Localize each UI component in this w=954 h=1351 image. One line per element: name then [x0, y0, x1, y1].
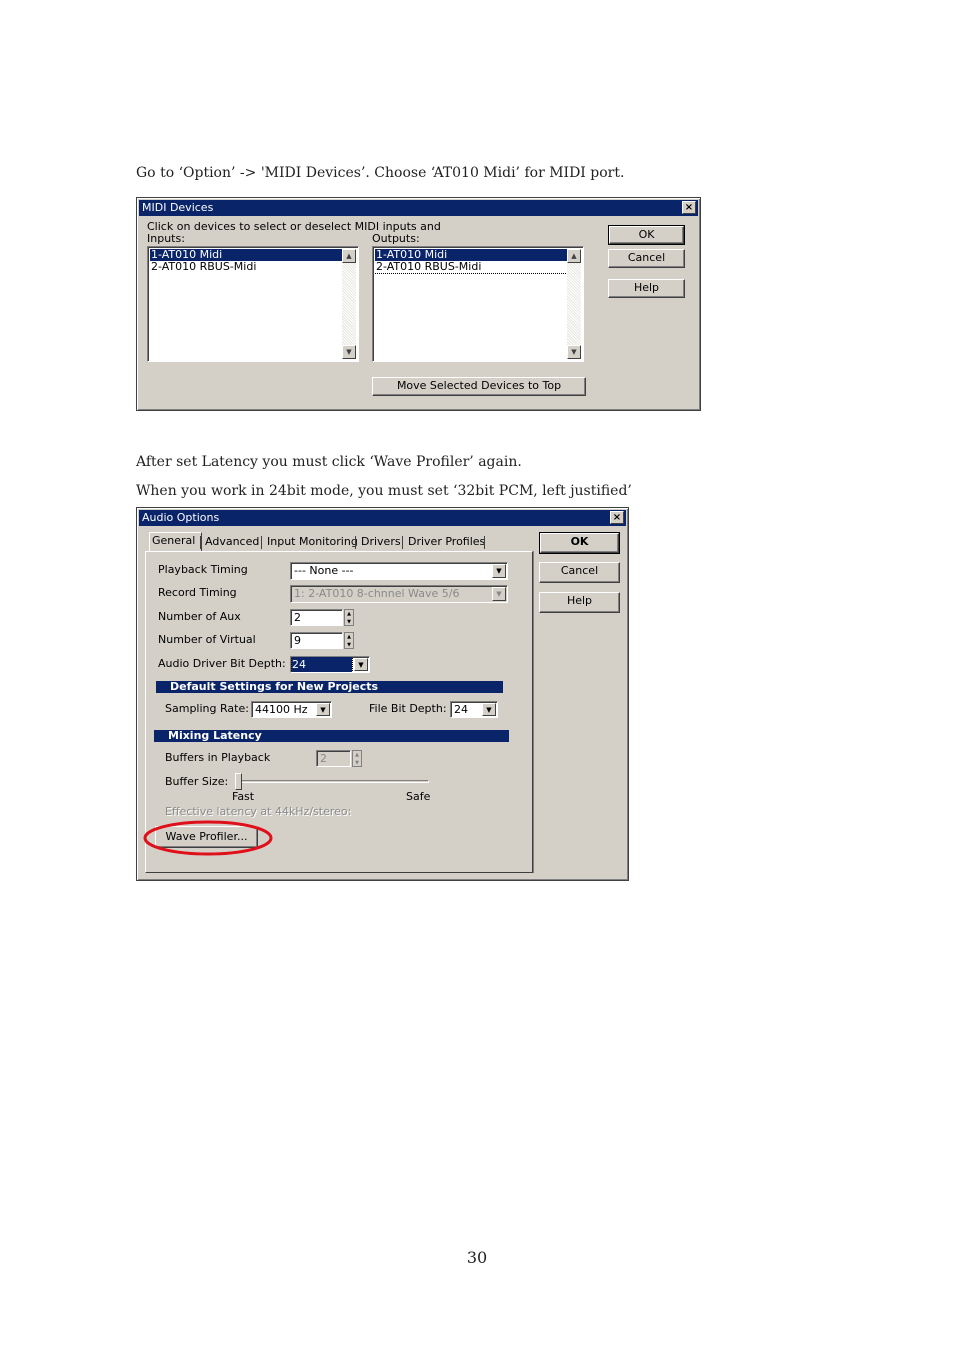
effective-latency-label: Effective latency at 44kHz/stereo: — [165, 805, 352, 818]
file-bit-depth-value: 24 — [454, 703, 468, 716]
midi-dialog-titlebar: MIDI Devices × — [139, 200, 698, 216]
scroll-down-icon[interactable]: ▼ — [342, 345, 356, 359]
num-aux-spinner-icon[interactable]: ▲ ▼ — [344, 609, 354, 626]
page-number: 30 — [466, 1248, 488, 1267]
num-aux-input[interactable]: 2 — [290, 609, 343, 626]
midi-dialog-title: MIDI Devices — [142, 201, 214, 214]
tab-separator — [200, 536, 201, 549]
tab-separator — [355, 536, 356, 549]
audio-cancel-button[interactable]: Cancel — [539, 562, 620, 583]
chevron-down-icon[interactable]: ▼ — [316, 703, 330, 716]
buffer-size-slider-track[interactable] — [237, 780, 429, 783]
playback-timing-value: --- None --- — [294, 564, 354, 577]
tab-separator — [261, 536, 262, 549]
chevron-down-icon[interactable]: ▼ — [492, 564, 506, 578]
highlight-ellipse-icon — [143, 820, 273, 856]
audio-help-button[interactable]: Help — [539, 592, 620, 613]
file-bit-depth-select[interactable]: 24 ▼ — [450, 701, 498, 718]
instruction-24bit: When you work in 24bit mode, you must se… — [136, 483, 632, 499]
scroll-down-icon[interactable]: ▼ — [567, 345, 581, 359]
audio-options-dialog: Audio Options × General Advanced Input M… — [136, 507, 629, 881]
input-item-2[interactable]: 2-AT010 RBUS-Midi — [150, 261, 343, 273]
audio-dialog-title: Audio Options — [142, 511, 220, 524]
buffers-label: Buffers in Playback — [165, 751, 271, 764]
tab-separator — [402, 536, 403, 549]
buffers-spinner-icon[interactable]: ▲ ▼ — [352, 750, 362, 767]
move-to-top-button[interactable]: Move Selected Devices to Top — [372, 377, 586, 396]
bit-depth-label: Audio Driver Bit Depth: — [158, 657, 286, 670]
safe-label: Safe — [406, 790, 431, 803]
chevron-down-icon[interactable]: ▼ — [482, 703, 496, 716]
buffers-input[interactable]: 2 — [316, 750, 351, 767]
sampling-rate-value: 44100 Hz — [255, 703, 308, 716]
tab-strip: General Advanced Input Monitoring Driver… — [149, 532, 529, 552]
audio-dialog-titlebar: Audio Options × — [139, 510, 626, 526]
bit-depth-value: 24 — [291, 657, 353, 672]
tab-input-monitoring[interactable]: Input Monitoring — [265, 534, 360, 550]
file-bit-depth-label: File Bit Depth: — [369, 702, 447, 715]
inputs-scrollbar[interactable]: ▲ ▼ — [342, 249, 356, 359]
default-settings-header: Default Settings for New Projects — [156, 681, 503, 693]
num-virtual-label: Number of Virtual — [158, 633, 256, 646]
outputs-label: Outputs: — [372, 232, 420, 245]
fast-label: Fast — [232, 790, 255, 803]
playback-timing-label: Playback Timing — [158, 563, 248, 576]
tab-general[interactable]: General — [149, 532, 202, 552]
outputs-scrollbar[interactable]: ▲ ▼ — [567, 249, 581, 359]
inputs-label: Inputs: — [147, 232, 185, 245]
tab-driver-profiles[interactable]: Driver Profiles — [406, 534, 487, 550]
scroll-up-icon[interactable]: ▲ — [342, 249, 356, 263]
slider-thumb-icon[interactable] — [235, 773, 242, 790]
tab-drivers[interactable]: Drivers — [359, 534, 403, 550]
midi-devices-dialog: MIDI Devices × Click on devices to selec… — [136, 197, 701, 411]
close-icon[interactable]: × — [682, 201, 696, 214]
highlight-ellipse — [143, 820, 273, 856]
num-virtual-input[interactable]: 9 — [290, 632, 343, 649]
scroll-up-icon[interactable]: ▲ — [567, 249, 581, 263]
midi-help-button[interactable]: Help — [608, 279, 685, 298]
inputs-listbox[interactable]: 1-AT010 Midi 2-AT010 RBUS-Midi ▲ ▼ — [147, 246, 359, 362]
tab-separator — [484, 536, 485, 549]
panel-divider — [533, 551, 534, 873]
chevron-down-icon[interactable]: ▼ — [492, 587, 506, 601]
chevron-down-icon[interactable]: ▼ — [354, 658, 368, 671]
instruction-midi: Go to ‘Option’ -> 'MIDI Devices’. Choose… — [136, 165, 625, 181]
record-timing-value: 1: 2-AT010 8-chnnel Wave 5/6 — [294, 587, 460, 600]
output-item-2[interactable]: 2-AT010 RBUS-Midi — [375, 261, 568, 274]
sampling-rate-select[interactable]: 44100 Hz ▼ — [251, 701, 332, 718]
record-timing-label: Record Timing — [158, 586, 237, 599]
sampling-rate-label: Sampling Rate: — [165, 702, 249, 715]
tab-advanced[interactable]: Advanced — [203, 534, 261, 550]
playback-timing-select[interactable]: --- None --- ▼ — [290, 562, 508, 580]
close-icon[interactable]: × — [610, 511, 624, 524]
num-aux-label: Number of Aux — [158, 610, 241, 623]
midi-cancel-button[interactable]: Cancel — [608, 249, 685, 268]
midi-ok-button[interactable]: OK — [608, 225, 685, 245]
buffer-size-label: Buffer Size: — [165, 775, 229, 788]
audio-ok-button[interactable]: OK — [539, 532, 620, 554]
instruction-latency: After set Latency you must click ‘Wave P… — [136, 454, 522, 470]
record-timing-select[interactable]: 1: 2-AT010 8-chnnel Wave 5/6 ▼ — [290, 585, 508, 603]
num-virtual-spinner-icon[interactable]: ▲ ▼ — [344, 632, 354, 649]
outputs-listbox[interactable]: 1-AT010 Midi 2-AT010 RBUS-Midi ▲ ▼ — [372, 246, 584, 362]
bit-depth-select[interactable]: 24 ▼ — [290, 656, 370, 673]
mixing-latency-header: Mixing Latency — [154, 730, 509, 742]
